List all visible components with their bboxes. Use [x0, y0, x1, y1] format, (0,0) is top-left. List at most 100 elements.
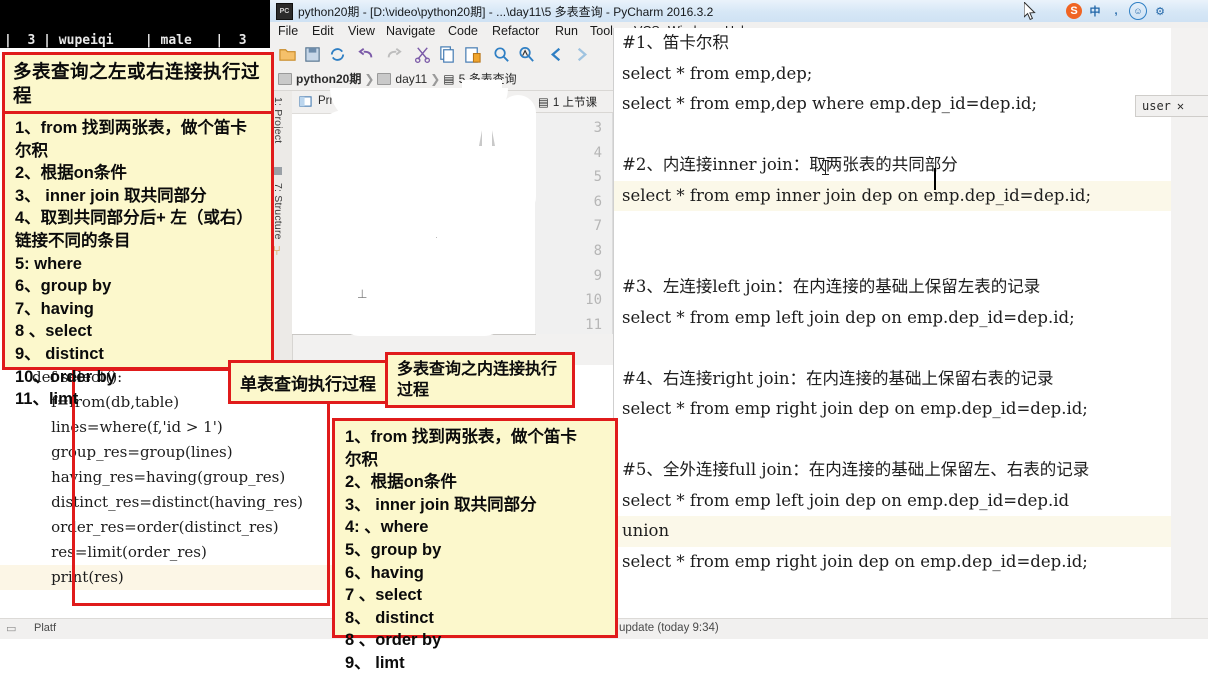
note-label: 单表查询执行过程	[240, 374, 376, 394]
line-number: 3	[593, 120, 602, 136]
structure-tree-icon: ⑂	[273, 243, 281, 258]
small-glyph: ⊥	[357, 287, 368, 301]
sync-icon[interactable]	[328, 45, 347, 64]
menu-item-navigate[interactable]: Navigate	[386, 24, 435, 38]
breadcrumb-item-day11[interactable]: day11	[377, 72, 427, 86]
punctuation-icon[interactable]: ,	[1108, 3, 1124, 19]
menu-item-code[interactable]: Code	[448, 24, 478, 38]
menu-item-file[interactable]: File	[278, 24, 298, 38]
code-line[interactable]: select * from emp left join dep on emp.d…	[614, 303, 1171, 334]
capture-artifact	[394, 95, 440, 143]
code-line[interactable]: select * from emp,dep where emp.dep_id=d…	[614, 89, 1171, 120]
code-line[interactable]	[614, 425, 1171, 456]
forward-icon[interactable]	[572, 45, 591, 64]
status-bar-right: update (today 9:34)	[613, 618, 1208, 639]
file-icon: ▤	[443, 71, 455, 86]
find-replace-icon[interactable]	[517, 45, 536, 64]
smiley-icon[interactable]: ☺	[1129, 2, 1147, 20]
line-number: 8	[593, 242, 602, 259]
capture-artifact	[482, 98, 492, 150]
code-line[interactable]: select * from emp inner join dep on emp.…	[614, 180, 1171, 211]
note-line: 7、having	[15, 299, 94, 318]
code-line[interactable]: select * from emp left join dep on emp.d…	[614, 486, 1171, 517]
code-line[interactable]: #4、右连接right join：在内连接的基础上保留右表的记录	[614, 364, 1171, 395]
breadcrumb-separator: ❯	[430, 71, 441, 86]
note-line: 8、 distinct	[345, 608, 434, 627]
code-line[interactable]: select * from emp,dep;	[614, 59, 1171, 90]
database-tab-label: user	[1142, 99, 1171, 113]
line-number: 10	[585, 292, 602, 309]
redo-icon[interactable]	[383, 45, 402, 64]
toolbox-icon[interactable]: ⚙	[1152, 3, 1168, 19]
note-line: 4: 、where	[345, 518, 429, 537]
mouse-cursor	[1024, 2, 1036, 21]
note-left-right-join-process: 多表查询之左或右连接执行过程 1、from 找到两张表，做个笛卡 尔积 2、根据…	[2, 52, 274, 408]
note-line: 4、取到共同部分后+ 左（或右）	[15, 209, 253, 228]
code-line[interactable]: #2、内连接inner join：取两张表的共同部分	[614, 150, 1171, 181]
note-line: 2、根据on条件	[15, 164, 127, 183]
code-line[interactable]: #1、笛卡尔积	[614, 28, 1171, 59]
open-folder-icon[interactable]	[278, 45, 297, 64]
note-line: 8 、select	[15, 322, 93, 341]
menu-item-view[interactable]: View	[348, 24, 375, 38]
code-line[interactable]	[614, 333, 1171, 364]
code-line[interactable]: #3、左连接left join：在内连接的基础上保留左表的记录	[614, 272, 1171, 303]
note-line: 5: where	[15, 254, 82, 273]
code-line[interactable]: #5、全外连接full join：在内连接的基础上保留左、右表的记录	[614, 455, 1171, 486]
editor-right-margin	[1170, 28, 1208, 638]
code-line[interactable]	[614, 211, 1171, 242]
note-line: 2、根据on条件	[345, 473, 457, 492]
breadcrumb-separator: ❯	[364, 71, 375, 86]
note-single-table-query-process: 单表查询执行过程	[228, 360, 388, 404]
terminal-icon[interactable]: ▭	[6, 622, 16, 635]
editor-line-number-gutter: 3 4 5 6 7 8 9 10 11	[535, 113, 613, 334]
dot-glyph: ·	[435, 232, 438, 242]
code-line[interactable]: union	[614, 516, 1171, 547]
line-number: 9	[593, 267, 602, 284]
mouse-text-cursor	[822, 160, 829, 175]
note-line: 3、 inner join 取共同部分	[15, 186, 207, 205]
square-icon	[274, 167, 282, 175]
paste-icon[interactable]	[463, 45, 482, 64]
folder-icon	[377, 72, 392, 85]
line-number: 4	[593, 144, 602, 161]
file-icon: ▤	[538, 96, 549, 109]
terminal-row: | 3 | wupeiqi | male | 3	[4, 33, 247, 48]
project-view-icon	[299, 96, 312, 107]
menu-item-refactor[interactable]: Refactor	[492, 24, 539, 38]
database-tab-user[interactable]: user ✕	[1135, 95, 1208, 117]
editor-tab-bar[interactable]: ▤ 1 上节课	[535, 91, 613, 113]
menu-item-edit[interactable]: Edit	[312, 24, 334, 38]
breadcrumb-item-project[interactable]: python20期	[278, 70, 361, 87]
line-number: 5	[593, 169, 602, 186]
note-body: 1、from 找到两张表，做个笛卡 尔积 2、根据on条件 3、 inner j…	[335, 421, 615, 679]
close-icon[interactable]: ✕	[1177, 99, 1184, 113]
copy-icon[interactable]	[438, 45, 457, 64]
code-line[interactable]: select * from emp right join dep on emp.…	[614, 547, 1171, 578]
note-line: 1、from 找到两张表，做个笛卡	[345, 428, 577, 446]
sogou-logo-icon[interactable]: S	[1066, 3, 1082, 19]
note-line: 8 、order by	[345, 631, 442, 650]
sql-editor[interactable]: #1、笛卡尔积 select * from emp,dep; select * …	[613, 28, 1171, 638]
chinese-mode-icon[interactable]: 中	[1087, 3, 1103, 19]
code-line[interactable]: select * from emp right join dep on emp.…	[614, 394, 1171, 425]
editor-tab-label[interactable]: 1 上节课	[553, 94, 597, 110]
note-inner-join-steps: 1、from 找到两张表，做个笛卡 尔积 2、根据on条件 3、 inner j…	[332, 418, 618, 672]
sogou-ime-toolbar[interactable]: S 中 , ☺ ⚙	[1066, 0, 1168, 22]
code-line[interactable]	[614, 120, 1171, 151]
note-line: 1、from 找到两张表，做个笛卡	[15, 119, 247, 137]
window-title-bar: PC python20期 - [D:\video\python20期] - ..…	[270, 0, 1208, 23]
back-icon[interactable]	[547, 45, 566, 64]
menu-item-run[interactable]: Run	[555, 24, 578, 38]
folder-icon	[278, 72, 292, 85]
cut-icon[interactable]	[413, 45, 432, 64]
note-line: 9、 limt	[345, 653, 405, 672]
note-line: 6、having	[345, 563, 424, 582]
code-line[interactable]	[614, 242, 1171, 273]
note-line: 尔积	[345, 450, 378, 469]
save-all-icon[interactable]	[303, 45, 322, 64]
terminal-window[interactable]: | 3 | wupeiqi | male | 3 | 4 | yuanhao |…	[0, 0, 270, 48]
find-icon[interactable]	[492, 45, 511, 64]
capture-artifact	[336, 300, 508, 336]
undo-icon[interactable]	[358, 45, 377, 64]
